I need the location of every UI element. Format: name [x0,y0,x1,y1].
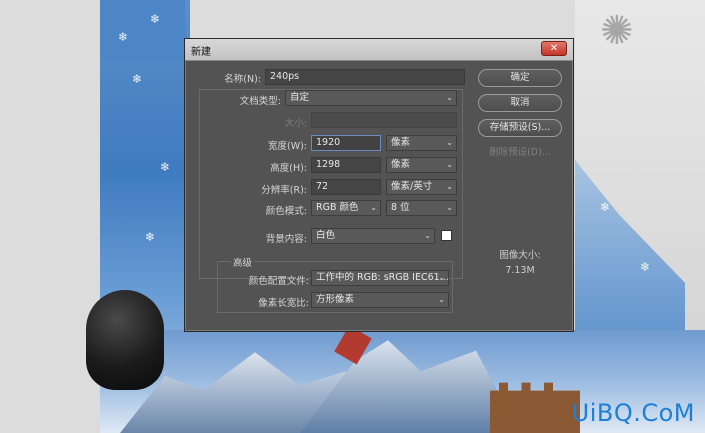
dialog-title: 新建 [191,47,211,58]
height-unit-select[interactable]: 像素 ⌄ [386,157,457,173]
name-label: 名称(N): [224,74,261,85]
pixel-aspect-label: 像素长宽比: [258,298,309,309]
dialog-titlebar[interactable]: 新建 ✕ [185,39,573,61]
firework-icon: ✺ [600,8,634,54]
width-input[interactable]: 1920 [311,135,381,151]
background-color-swatch[interactable] [441,230,452,241]
color-mode-value: RGB 颜色 [316,202,359,213]
close-icon: ✕ [549,43,559,54]
snowflake-icon: ❄ [132,72,143,86]
snowflake-icon: ❄ [118,30,129,44]
color-mode-select[interactable]: RGB 颜色 ⌄ [311,200,381,216]
doc-type-select[interactable]: 自定 ⌄ [285,90,457,106]
chevron-down-icon: ⌄ [424,231,431,240]
color-profile-select[interactable]: 工作中的 RGB: sRGB IEC61... ⌄ [311,270,449,286]
width-label: 宽度(W): [267,141,307,152]
chevron-down-icon: ⌄ [438,273,445,282]
size-select [311,112,457,128]
resolution-input[interactable]: 72 [311,179,381,195]
height-input[interactable]: 1298 [311,157,381,173]
bit-depth-value: 8 位 [391,202,410,213]
chevron-down-icon: ⌄ [446,138,453,147]
background-label: 背景内容: [265,234,307,245]
delete-preset-button[interactable]: 删除预设(D)... [478,145,562,163]
snowflake-icon: ❄ [150,12,161,26]
chevron-down-icon: ⌄ [446,160,453,169]
chevron-down-icon: ⌄ [446,182,453,191]
background-select[interactable]: 白色 ⌄ [311,228,435,244]
color-profile-value: 工作中的 RGB: sRGB IEC61... [316,272,449,283]
width-unit-select[interactable]: 像素 ⌄ [386,135,457,151]
snowflake-icon: ❄ [160,160,171,174]
resolution-label: 分辨率(R): [261,185,307,196]
doc-type-label: 文档类型: [239,96,281,107]
chevron-down-icon: ⌄ [446,203,453,212]
bg-glove [86,290,164,390]
snowflake-icon: ❄ [600,200,611,214]
snowflake-icon: ❄ [145,230,156,244]
height-unit-value: 像素 [391,159,411,170]
pixel-aspect-select[interactable]: 方形像素 ⌄ [311,292,449,308]
chevron-down-icon: ⌄ [438,295,445,304]
doc-type-value: 自定 [290,92,310,103]
chevron-down-icon: ⌄ [370,203,377,212]
bit-depth-select[interactable]: 8 位 ⌄ [386,200,457,216]
resolution-unit-select[interactable]: 像素/英寸 ⌄ [386,179,457,195]
chevron-down-icon: ⌄ [446,93,453,102]
background-value: 白色 [316,230,336,241]
color-profile-label: 颜色配置文件: [248,276,309,287]
bg-arch-cap [100,0,185,60]
image-size-title: 图像大小: [499,250,541,261]
resolution-unit-value: 像素/英寸 [391,181,433,192]
color-mode-label: 颜色模式: [265,206,307,217]
cancel-button[interactable]: 取消 [478,94,562,112]
close-button[interactable]: ✕ [541,41,567,56]
pixel-aspect-value: 方形像素 [316,294,355,305]
save-preset-button[interactable]: 存储预设(S)... [478,119,562,137]
watermark: UiBQ.CoM [571,399,695,427]
name-input[interactable]: 240ps [265,69,465,85]
height-label: 高度(H): [270,163,307,174]
width-unit-value: 像素 [391,137,411,148]
image-size-value: 7.13M [505,265,535,276]
snowflake-icon: ❄ [640,260,651,274]
advanced-title: 高级 [231,255,255,269]
size-label: 大小: [284,118,307,129]
new-document-dialog: 新建 ✕ 名称(N): 240ps 文档类型: 自定 ⌄ 大小: 宽度(W): … [184,38,574,332]
ok-button[interactable]: 确定 [478,69,562,87]
